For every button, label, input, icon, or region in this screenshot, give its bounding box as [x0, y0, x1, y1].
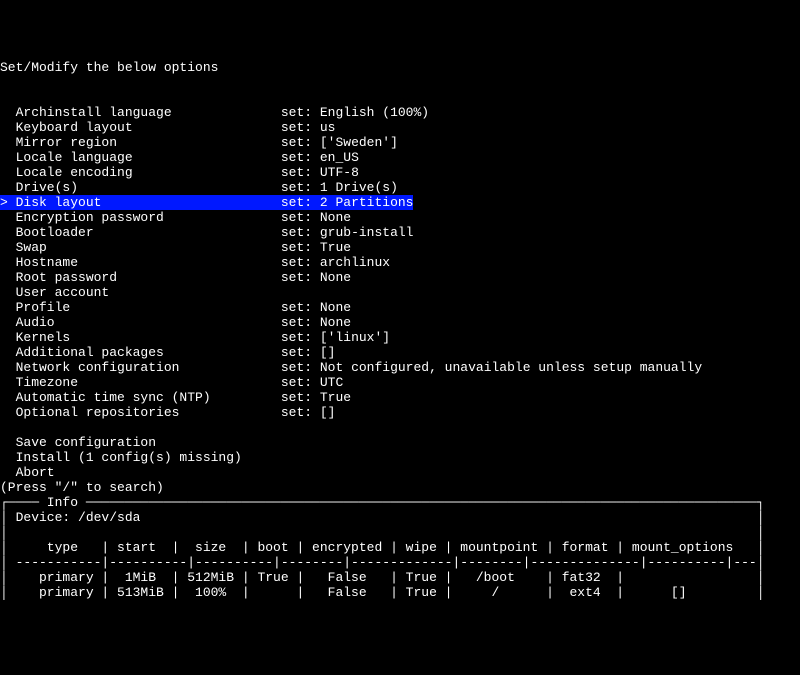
- info-box-top: ┌──── Info ─────────────────────────────…: [0, 495, 800, 510]
- option-row[interactable]: Encryption password set: None: [0, 210, 800, 225]
- option-value: set: True: [281, 240, 351, 255]
- option-row[interactable]: Audio set: None: [0, 315, 800, 330]
- option-label: User account: [0, 285, 281, 300]
- option-label: Keyboard layout: [0, 120, 281, 135]
- option-row[interactable]: Kernels set: ['linux']: [0, 330, 800, 345]
- blank: [0, 90, 800, 105]
- option-label: Encryption password: [0, 210, 281, 225]
- option-row[interactable]: Locale encoding set: UTF-8: [0, 165, 800, 180]
- option-row[interactable]: Additional packages set: []: [0, 345, 800, 360]
- option-row[interactable]: Automatic time sync (NTP) set: True: [0, 390, 800, 405]
- action-row[interactable]: Abort: [0, 465, 800, 480]
- option-value: set: ['linux']: [281, 330, 390, 345]
- option-row[interactable]: Profile set: None: [0, 300, 800, 315]
- option-value: set: None: [281, 210, 351, 225]
- page-title: Set/Modify the below options: [0, 60, 800, 75]
- option-value: set: UTC: [281, 375, 343, 390]
- option-value: set: 1 Drive(s): [281, 180, 398, 195]
- info-divider: │ -----------|----------|----------|----…: [0, 555, 800, 570]
- option-value: set: ['Sweden']: [281, 135, 398, 150]
- option-label: Optional repositories: [0, 405, 281, 420]
- option-value: set: English (100%): [281, 105, 429, 120]
- option-row[interactable]: Bootloader set: grub-install: [0, 225, 800, 240]
- option-row[interactable]: Swap set: True: [0, 240, 800, 255]
- info-blank: │ │: [0, 525, 800, 540]
- option-label: > Disk layout: [0, 195, 281, 210]
- option-value: set: []: [281, 405, 336, 420]
- option-label: Hostname: [0, 255, 281, 270]
- blank: [0, 420, 800, 435]
- option-row[interactable]: User account: [0, 285, 800, 300]
- option-row[interactable]: Optional repositories set: []: [0, 405, 800, 420]
- info-row: │ primary | 513MiB | 100% | | False | Tr…: [0, 585, 800, 600]
- option-value: set: 2 Partitions: [281, 195, 414, 210]
- option-value: set: None: [281, 315, 351, 330]
- option-label: Locale language: [0, 150, 281, 165]
- option-label: Mirror region: [0, 135, 281, 150]
- option-row[interactable]: Drive(s) set: 1 Drive(s): [0, 180, 800, 195]
- option-row[interactable]: Mirror region set: ['Sweden']: [0, 135, 800, 150]
- option-value: set: None: [281, 300, 351, 315]
- option-value: set: Not configured, unavailable unless …: [281, 360, 702, 375]
- option-label: Profile: [0, 300, 281, 315]
- option-value: set: grub-install: [281, 225, 414, 240]
- option-label: Network configuration: [0, 360, 281, 375]
- option-row[interactable]: Archinstall language set: English (100%): [0, 105, 800, 120]
- blank: [0, 75, 800, 90]
- option-label: Archinstall language: [0, 105, 281, 120]
- option-row[interactable]: Timezone set: UTC: [0, 375, 800, 390]
- option-value: set: UTF-8: [281, 165, 359, 180]
- option-value: set: archlinux: [281, 255, 390, 270]
- option-value: set: us: [281, 120, 336, 135]
- option-row[interactable]: Root password set: None: [0, 270, 800, 285]
- option-label: Swap: [0, 240, 281, 255]
- option-label: Additional packages: [0, 345, 281, 360]
- option-label: Root password: [0, 270, 281, 285]
- option-row[interactable]: Locale language set: en_US: [0, 150, 800, 165]
- option-row[interactable]: > Disk layout set: 2 Partitions: [0, 195, 800, 210]
- option-label: Audio: [0, 315, 281, 330]
- option-row[interactable]: Keyboard layout set: us: [0, 120, 800, 135]
- option-label: Locale encoding: [0, 165, 281, 180]
- option-label: Automatic time sync (NTP): [0, 390, 281, 405]
- info-header: │ type | start | size | boot | encrypted…: [0, 540, 800, 555]
- search-hint: (Press "/" to search): [0, 480, 800, 495]
- option-row[interactable]: Hostname set: archlinux: [0, 255, 800, 270]
- info-row: │ primary | 1MiB | 512MiB | True | False…: [0, 570, 800, 585]
- action-row[interactable]: Install (1 config(s) missing): [0, 450, 800, 465]
- option-value: set: True: [281, 390, 351, 405]
- info-device: │ Device: /dev/sda │: [0, 510, 800, 525]
- option-label: Timezone: [0, 375, 281, 390]
- option-label: Kernels: [0, 330, 281, 345]
- option-label: Drive(s): [0, 180, 281, 195]
- option-value: set: None: [281, 270, 351, 285]
- action-row[interactable]: Save configuration: [0, 435, 800, 450]
- option-value: set: en_US: [281, 150, 359, 165]
- option-row[interactable]: Network configuration set: Not configure…: [0, 360, 800, 375]
- option-value: set: []: [281, 345, 336, 360]
- option-label: Bootloader: [0, 225, 281, 240]
